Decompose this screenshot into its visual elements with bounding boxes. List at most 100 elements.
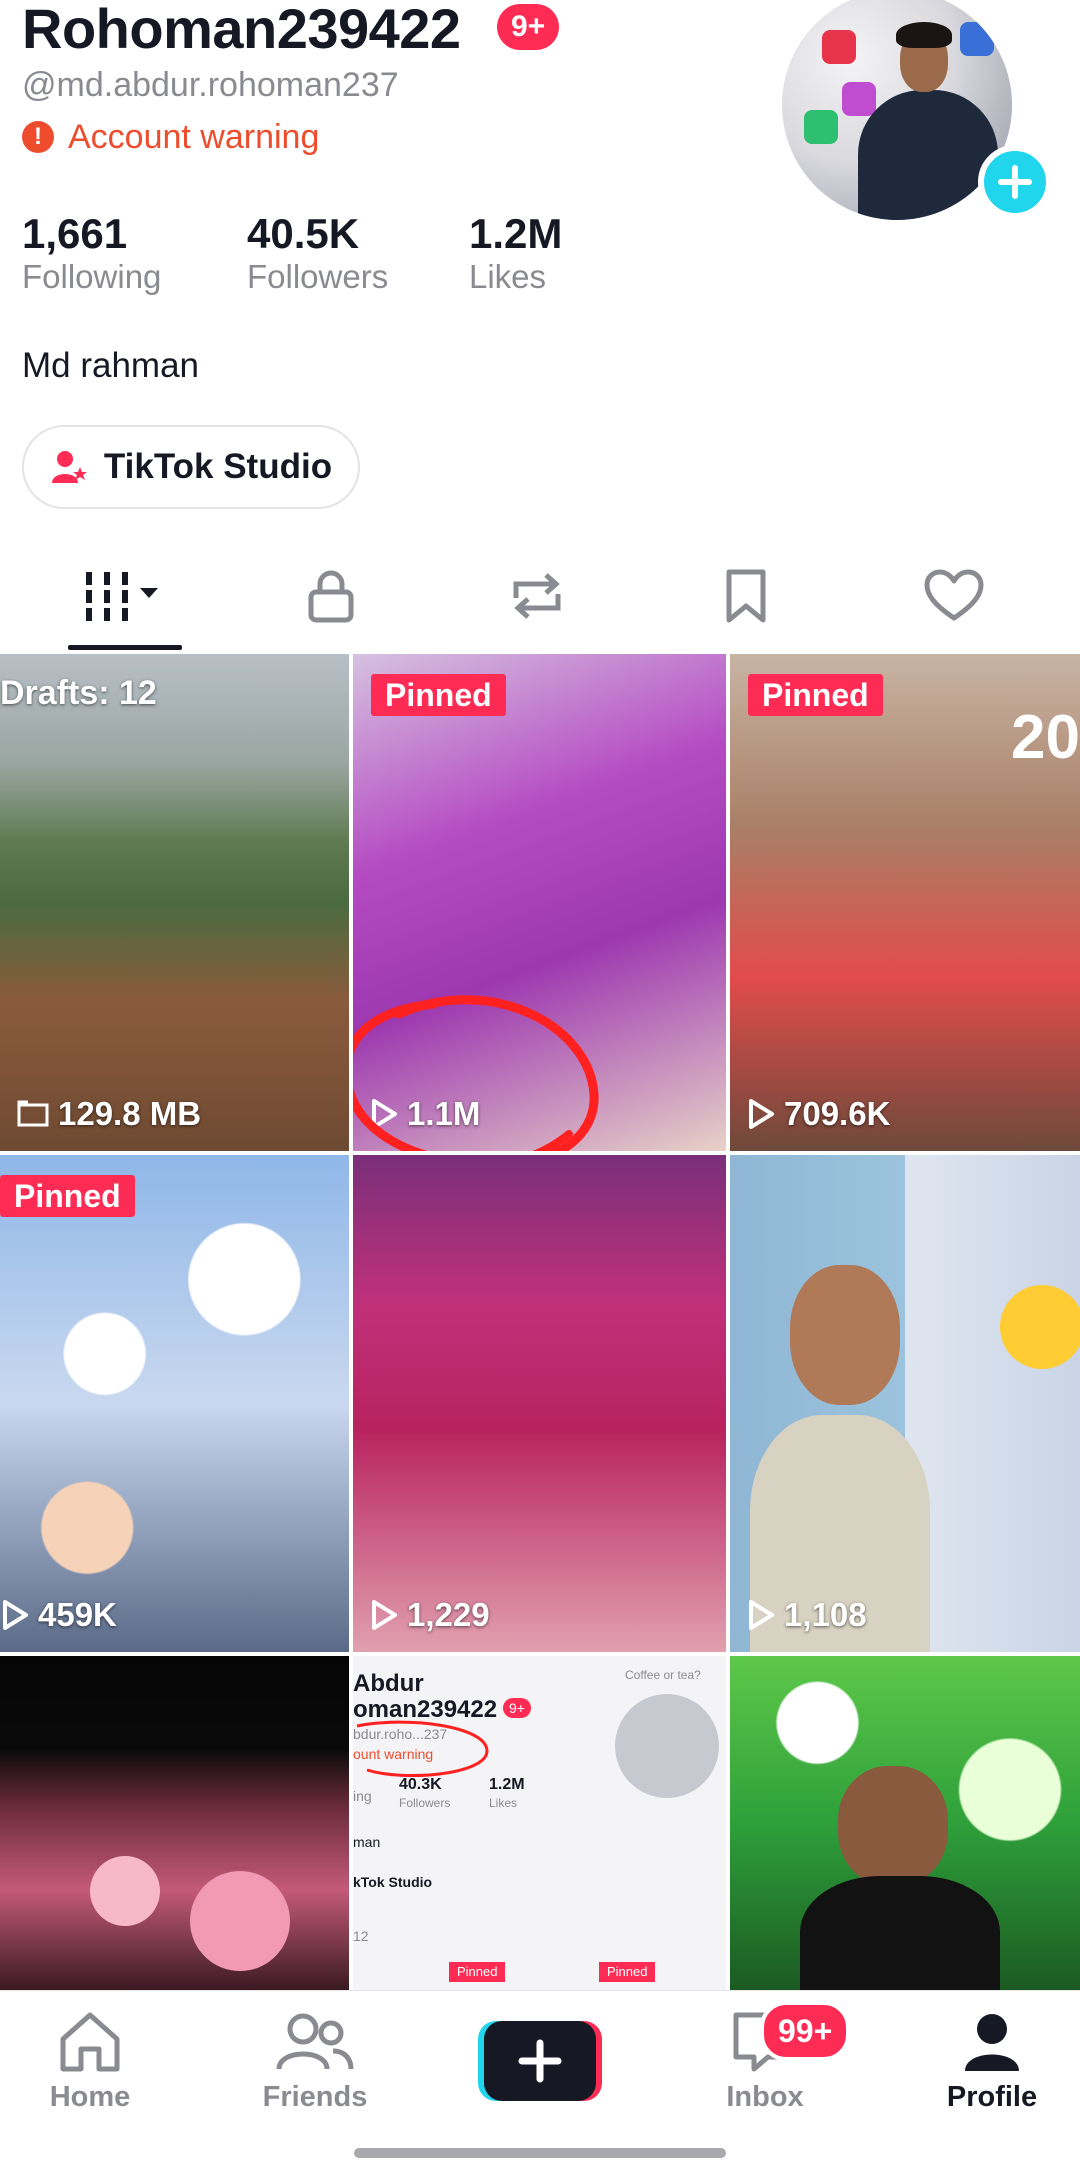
nav-profile-label: Profile: [946, 2081, 1038, 2113]
stat-followers[interactable]: 40.5K Followers: [247, 210, 388, 296]
video-thumbnail[interactable]: 1,108: [730, 1155, 1080, 1652]
video-thumbnail[interactable]: [0, 1656, 349, 1990]
folder-icon: [17, 1100, 49, 1127]
pinned-badge: Pinned: [0, 1175, 135, 1217]
stat-label: Followers: [247, 258, 389, 295]
video-thumbnail-drafts[interactable]: Drafts: 12 129.8 MB: [0, 654, 349, 1151]
draft-size-label: 129.8 MB: [58, 1095, 202, 1132]
tiktok-studio-label: TikTok Studio: [103, 447, 333, 486]
view-count: 459K: [0, 1596, 117, 1634]
app-sticker-icon: [822, 30, 856, 64]
screenshot-thumbnail: Abdur oman239422 9+ bdur.roho...237 ount…: [353, 1656, 726, 1990]
view-count-label: 709.6K: [784, 1095, 891, 1132]
play-icon: [749, 1099, 774, 1129]
person-face: [838, 1766, 948, 1886]
stat-value: 1,661: [22, 210, 128, 257]
profile-bio: Md rahman: [22, 346, 200, 385]
thumb-row-label: 12: [353, 1928, 369, 1944]
heart-icon: [924, 569, 984, 621]
app-sticker-icon: [804, 110, 838, 144]
nav-home-label: Home: [49, 2081, 131, 2113]
tiktok-studio-button[interactable]: TikTok Studio: [22, 425, 360, 509]
thumb-studio: kTok Studio: [353, 1874, 433, 1890]
create-plus-icon: [478, 2021, 602, 2101]
thumb-followers-label: Followers: [399, 1796, 451, 1810]
view-count-label: 1,108: [784, 1596, 867, 1633]
video-thumbnail[interactable]: [730, 1656, 1080, 1990]
view-count: 1,229: [369, 1596, 490, 1634]
thumb-name: Abdur: [353, 1670, 424, 1697]
thumb-avatar: [615, 1694, 719, 1798]
profile-icon: [965, 2014, 1019, 2071]
flower-icon: [190, 1871, 290, 1971]
red-scribble-circle: [353, 995, 599, 1151]
draft-size: 129.8 MB: [16, 1095, 201, 1133]
video-thumbnail[interactable]: Pinned 459K: [0, 1155, 349, 1652]
add-avatar-button[interactable]: [978, 145, 1052, 219]
account-warning[interactable]: ! Account warning: [22, 117, 319, 157]
nav-home[interactable]: Home: [10, 2009, 170, 2114]
overlay-text: 20: [1011, 703, 1080, 772]
pinned-badge: Pinned: [748, 674, 883, 716]
grid-bars-icon: [86, 572, 158, 621]
view-count: 1,108: [746, 1596, 867, 1634]
play-icon: [3, 1600, 28, 1630]
tab-favorites[interactable]: [686, 560, 806, 632]
view-count-label: 1,229: [407, 1596, 490, 1633]
play-icon: [749, 1600, 774, 1630]
stat-value: 1.2M: [469, 210, 563, 257]
tab-private[interactable]: [271, 560, 391, 632]
thumb-bio: man: [353, 1834, 381, 1850]
thumb-pinned-badge: Pinned: [449, 1962, 506, 1982]
studio-icon: [51, 451, 87, 483]
smiley-emoji-icon: [1000, 1285, 1080, 1369]
thumb-badge: 9+: [503, 1698, 531, 1718]
thumb-red-scribble: [356, 1720, 489, 1778]
notification-badge[interactable]: 9+: [497, 4, 560, 50]
nav-friends-label: Friends: [262, 2081, 368, 2113]
nav-friends[interactable]: Friends: [235, 2009, 395, 2114]
home-icon: [60, 2012, 120, 2072]
person-face: [790, 1265, 900, 1405]
thumb-coffee: Coffee or tea?: [625, 1668, 701, 1682]
friends-icon: [276, 2013, 354, 2070]
profile-handle: @md.abdur.rohoman237: [22, 66, 399, 104]
pinned-badge: Pinned: [371, 674, 506, 716]
stat-likes[interactable]: 1.2M Likes: [469, 210, 562, 296]
stat-following[interactable]: 1,661 Following: [22, 210, 161, 296]
lock-icon: [308, 570, 354, 623]
person-shirt: [800, 1876, 1000, 1990]
tab-videos[interactable]: [65, 560, 185, 632]
stat-label: Following: [22, 258, 162, 295]
app-sticker-icon: [960, 22, 994, 56]
app-sticker-icon: [842, 82, 876, 116]
stat-value: 40.5K: [247, 210, 360, 257]
thumb-following: ing: [353, 1788, 372, 1804]
plus-icon: [998, 165, 1032, 199]
view-count: 709.6K: [746, 1095, 890, 1133]
create-button[interactable]: [478, 2021, 602, 2101]
drafts-label: Drafts: 12: [0, 674, 157, 712]
view-count-label: 459K: [38, 1596, 117, 1633]
flower-icon: [90, 1856, 160, 1926]
thumb-likes-label: Likes: [489, 1796, 518, 1810]
tab-reposts[interactable]: [477, 560, 597, 632]
nav-inbox-label: Inbox: [726, 2081, 804, 2113]
video-thumbnail[interactable]: Abdur oman239422 9+ bdur.roho...237 ount…: [353, 1656, 726, 1990]
play-icon: [372, 1600, 397, 1630]
inbox-badge: 99+: [760, 2001, 851, 2061]
stat-label: Likes: [469, 258, 547, 295]
thumb-pinned-badge: Pinned: [599, 1962, 656, 1982]
profile-username: Rohoman239422: [22, 0, 461, 60]
account-warning-label: Account warning: [68, 117, 320, 156]
bookmark-icon: [726, 569, 766, 623]
home-indicator-bar[interactable]: [354, 2148, 726, 2158]
repost-icon: [513, 573, 561, 619]
video-thumbnail[interactable]: Pinned 1.1M: [353, 654, 726, 1151]
nav-profile[interactable]: Profile: [912, 2009, 1072, 2114]
video-thumbnail[interactable]: Pinned 20 709.6K: [730, 654, 1080, 1151]
tab-liked[interactable]: [894, 560, 1014, 632]
active-tab-indicator: [68, 645, 182, 650]
avatar-hair: [896, 22, 952, 48]
video-thumbnail[interactable]: 1,229: [353, 1155, 726, 1652]
